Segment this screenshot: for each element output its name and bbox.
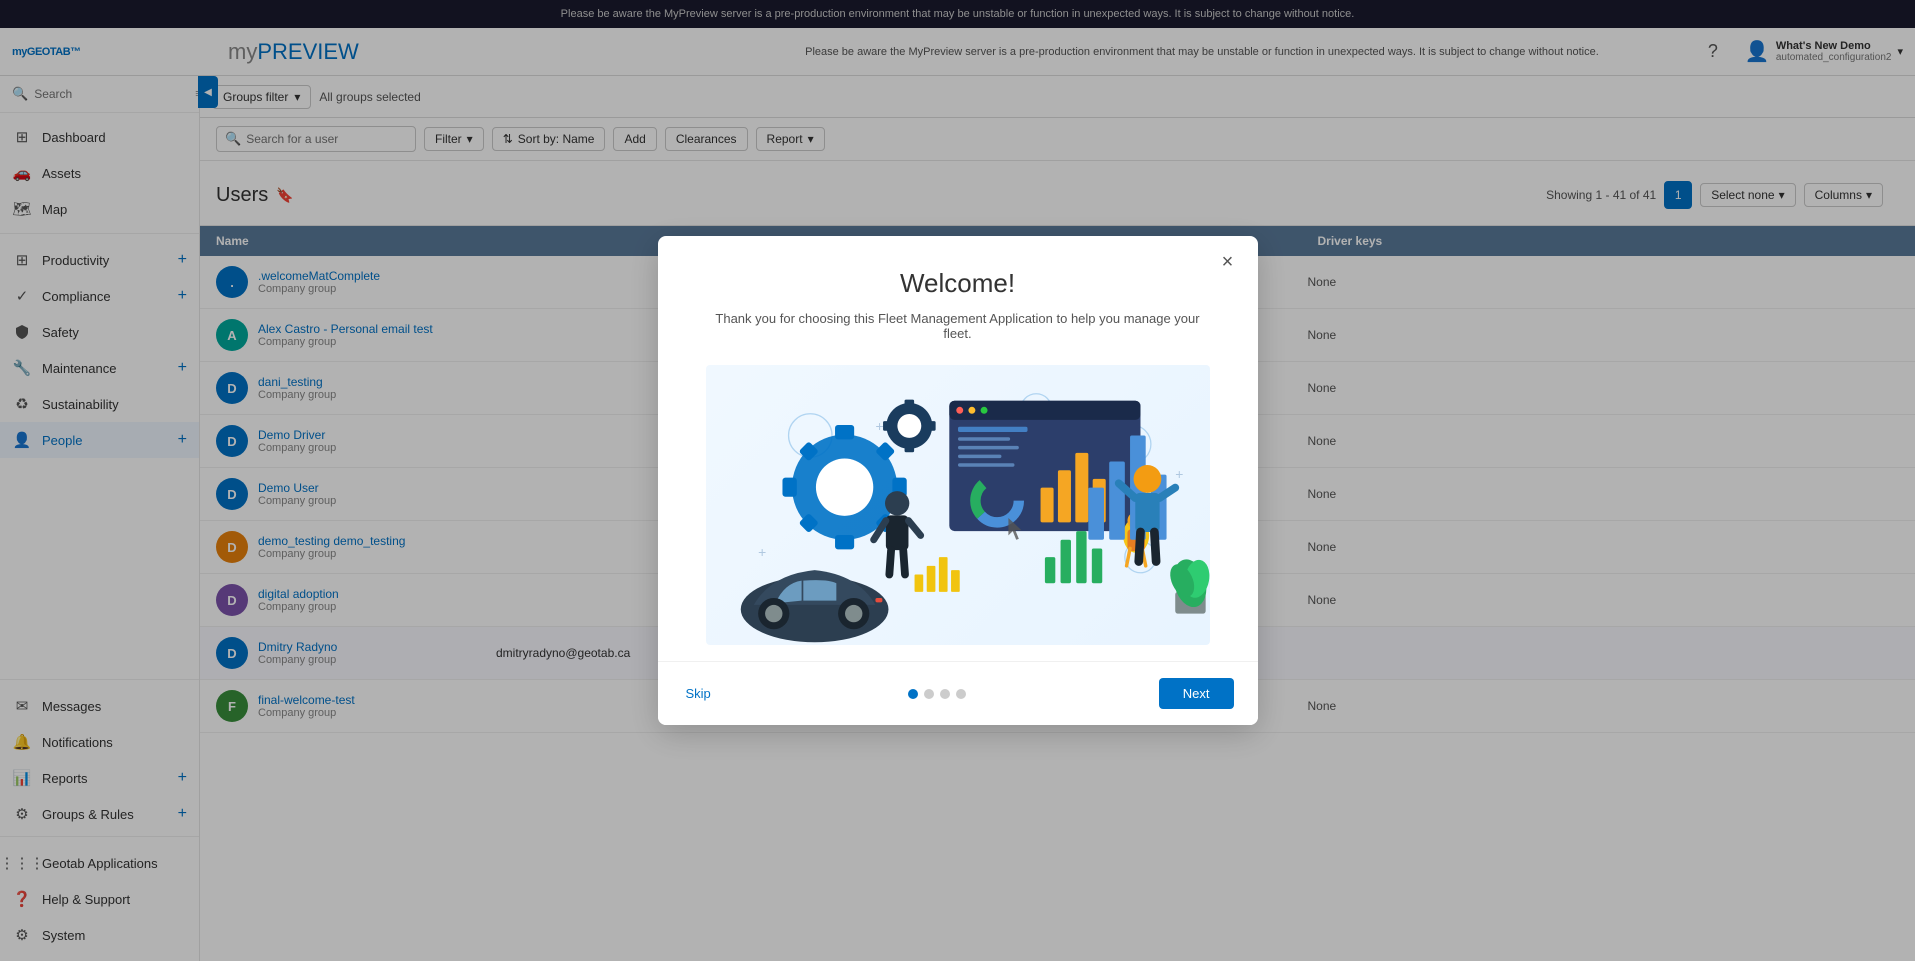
modal-title: Welcome! [706,268,1210,299]
modal-overlay: × Welcome! Thank you for choosing this F… [0,0,1915,961]
modal-subtitle: Thank you for choosing this Fleet Manage… [706,311,1210,341]
small-yellow-chart [914,557,959,592]
svg-text:+: + [1175,466,1183,482]
modal-illustration: + + + + + [706,365,1210,645]
svg-text:+: + [758,544,766,560]
modal-footer: Skip Next [658,661,1258,725]
next-label: Next [1183,686,1210,701]
dot-3 [940,689,950,699]
dot-1 [908,689,918,699]
modal-close-button[interactable]: × [1214,248,1242,276]
skip-label: Skip [686,686,711,701]
dot-4 [956,689,966,699]
progress-dots [908,689,966,699]
plant [1165,556,1210,614]
close-icon: × [1222,251,1234,274]
vehicle [740,570,888,642]
welcome-illustration: + + + + + [706,365,1210,645]
skip-button[interactable]: Skip [682,678,715,709]
dot-2 [924,689,934,699]
next-button[interactable]: Next [1159,678,1234,709]
welcome-modal: × Welcome! Thank you for choosing this F… [658,236,1258,725]
modal-body: Welcome! Thank you for choosing this Fle… [658,236,1258,661]
svg-text:+: + [875,418,883,434]
